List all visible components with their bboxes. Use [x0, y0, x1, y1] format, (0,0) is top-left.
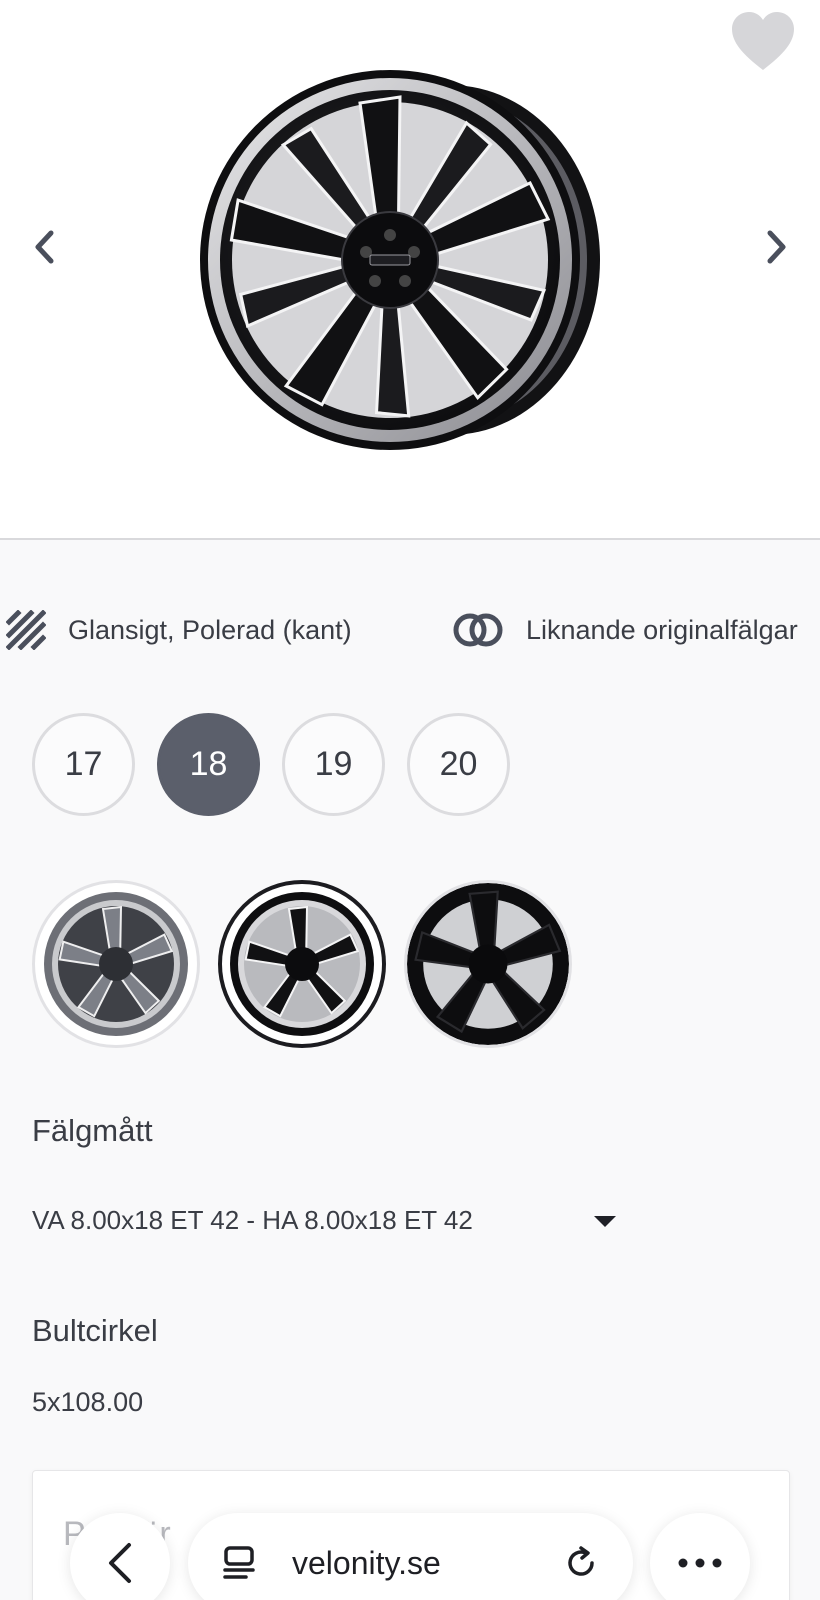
wheel-thumbnail [44, 892, 188, 1036]
chevron-right-icon [767, 230, 786, 264]
browser-url: velonity.se [292, 1544, 441, 1581]
browser-address-bar[interactable]: velonity.se [188, 1513, 633, 1600]
previous-image-button[interactable] [24, 222, 64, 272]
product-image-gallery [0, 0, 820, 540]
bolt-pattern-label: Bultcirkel [32, 1313, 158, 1348]
product-attributes: Glansigt, Polerad (kant) Liknande origin… [0, 600, 820, 660]
heart-icon[interactable] [728, 10, 798, 74]
variant-gloss-black[interactable] [404, 880, 572, 1048]
wheel-thumbnail [230, 892, 374, 1036]
similar-originals-label: Liknande originalfälgar [526, 614, 798, 645]
back-arrow-icon [109, 1543, 131, 1583]
rim-size-selector: 17 18 19 20 [32, 713, 510, 816]
size-option-17[interactable]: 17 [32, 713, 135, 816]
caret-down-icon [594, 1216, 616, 1227]
reload-icon[interactable] [563, 1545, 599, 1581]
similar-originals-attribute[interactable]: Liknande originalfälgar [452, 600, 798, 660]
size-option-19[interactable]: 19 [282, 713, 385, 816]
linked-rings-icon [453, 613, 503, 647]
stripes-icon [6, 610, 46, 650]
finish-label: Glansigt, Polerad (kant) [68, 614, 352, 645]
chevron-left-icon [35, 230, 54, 264]
wheel-product-image [200, 70, 600, 450]
finish-attribute: Glansigt, Polerad (kant) [6, 600, 352, 660]
variant-gunmetal-polished[interactable] [32, 880, 200, 1048]
rim-dimensions-label: Fälgmått [32, 1113, 153, 1148]
tabs-icon [223, 1546, 255, 1579]
rim-dimensions-select[interactable]: VA 8.00x18 ET 42 - HA 8.00x18 ET 42 [32, 1200, 622, 1240]
size-option-20[interactable]: 20 [407, 713, 510, 816]
wheel-thumbnail [407, 883, 569, 1045]
bolt-pattern-value: 5x108.00 [32, 1387, 144, 1417]
variant-black-polished[interactable] [218, 880, 386, 1048]
more-dots-icon [678, 1558, 722, 1568]
color-variant-selector [32, 880, 572, 1048]
next-image-button[interactable] [757, 222, 797, 272]
rim-dimensions-value: VA 8.00x18 ET 42 - HA 8.00x18 ET 42 [32, 1204, 473, 1235]
size-option-18[interactable]: 18 [157, 713, 260, 816]
